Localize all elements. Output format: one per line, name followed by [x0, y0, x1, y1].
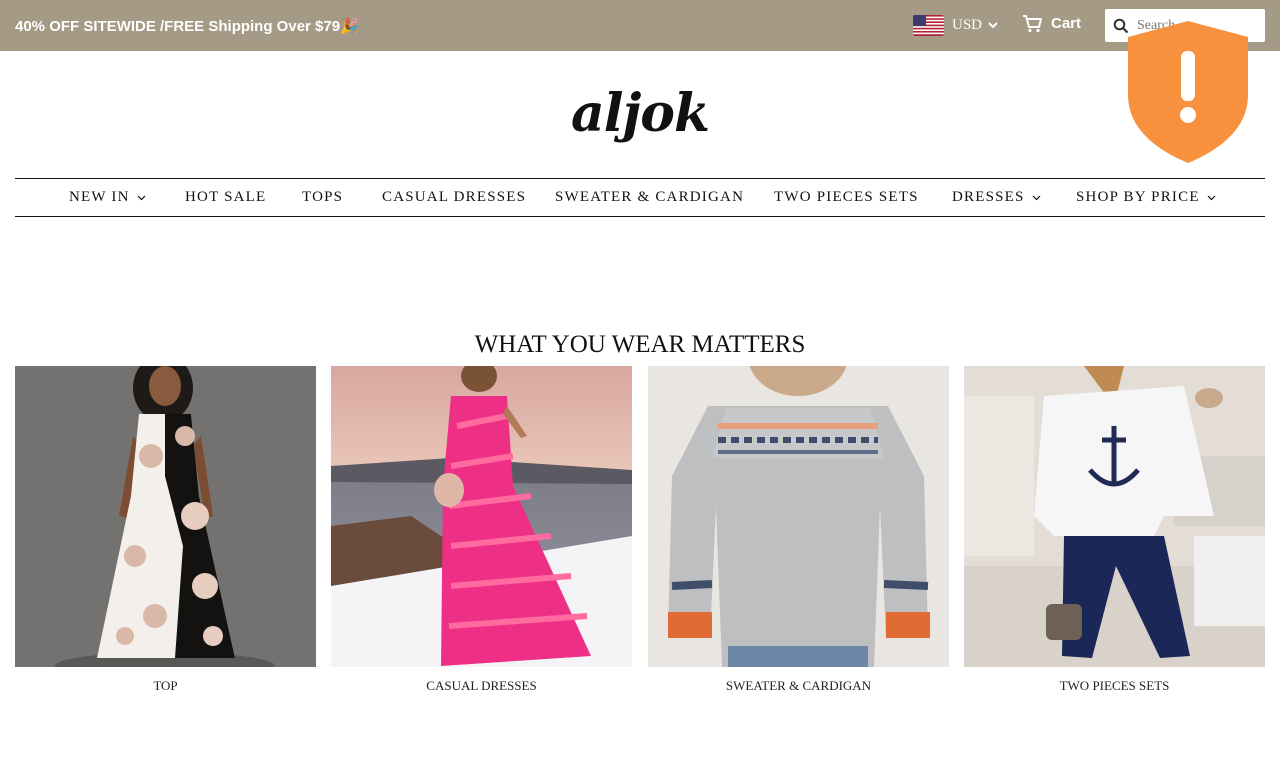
security-shield-alert-icon[interactable]	[1124, 19, 1252, 165]
nav-item-label: TOPS	[302, 189, 344, 205]
chevron-down-icon	[137, 195, 146, 201]
main-nav: NEW IN HOT SALE TOPS CASUAL DRESSES SWEA…	[15, 178, 1265, 217]
nav-item-label: CASUAL DRESSES	[382, 189, 527, 205]
logo-text: aljok	[571, 82, 710, 144]
collection-card-sweater-cardigan[interactable]: SWEATER & CARDIGAN	[648, 366, 949, 694]
us-flag-icon	[913, 14, 944, 36]
pink-zebra-dress-photo[interactable]	[331, 366, 632, 667]
chevron-down-icon	[1207, 195, 1216, 201]
chevron-down-icon	[1032, 195, 1041, 201]
section-title: WHAT YOU WEAR MATTERS	[474, 331, 806, 358]
nav-item-sweater-cardigan[interactable]: SWEATER & CARDIGAN	[555, 189, 744, 206]
nav-item-new-in[interactable]: NEW IN	[69, 189, 146, 206]
nav-item-label: SHOP BY PRICE	[1076, 189, 1200, 205]
collection-label[interactable]: CASUAL DRESSES	[331, 678, 632, 694]
collection-label[interactable]: TWO PIECES SETS	[964, 678, 1265, 694]
announcement-bar: 40% OFF SITEWIDE /FREE Shipping Over $79…	[0, 0, 1280, 51]
nav-item-label: HOT SALE	[185, 189, 267, 205]
nav-item-shop-by-price[interactable]: SHOP BY PRICE	[1076, 189, 1216, 206]
currency-code: USD	[952, 16, 983, 33]
nav-item-label: SWEATER & CARDIGAN	[555, 189, 745, 205]
collection-card-top[interactable]: TOP	[15, 366, 316, 694]
cart-link[interactable]: Cart	[1022, 14, 1081, 33]
announcement-text: 40% OFF SITEWIDE /FREE Shipping Over $79…	[15, 18, 359, 35]
nav-item-casual-dresses[interactable]: CASUAL DRESSES	[382, 189, 526, 206]
cart-icon	[1023, 15, 1042, 33]
nav-item-label: NEW IN	[69, 189, 130, 205]
collection-card-casual-dresses[interactable]: CASUAL DRESSES	[331, 366, 632, 694]
collection-label[interactable]: SWEATER & CARDIGAN	[648, 678, 949, 694]
nav-item-label: TWO PIECES SETS	[774, 189, 919, 205]
nav-item-label: DRESSES	[952, 189, 1025, 205]
nav-item-dresses[interactable]: DRESSES	[952, 189, 1041, 206]
currency-selector[interactable]: USD	[913, 13, 998, 37]
anchor-top-set-photo[interactable]	[964, 366, 1265, 667]
cart-label: Cart	[1051, 15, 1082, 32]
nav-item-two-pieces-sets[interactable]: TWO PIECES SETS	[774, 189, 919, 206]
nav-item-hot-sale[interactable]: HOT SALE	[185, 189, 266, 206]
chevron-down-icon	[988, 22, 998, 29]
nav-item-tops[interactable]: TOPS	[302, 189, 343, 206]
grey-fair-isle-sweater-photo[interactable]	[648, 366, 949, 667]
collection-label[interactable]: TOP	[15, 678, 316, 694]
logo[interactable]: aljok	[560, 70, 720, 156]
collection-card-two-pieces-sets[interactable]: TWO PIECES SETS	[964, 366, 1265, 694]
floral-maxi-dress-photo[interactable]	[15, 366, 316, 667]
